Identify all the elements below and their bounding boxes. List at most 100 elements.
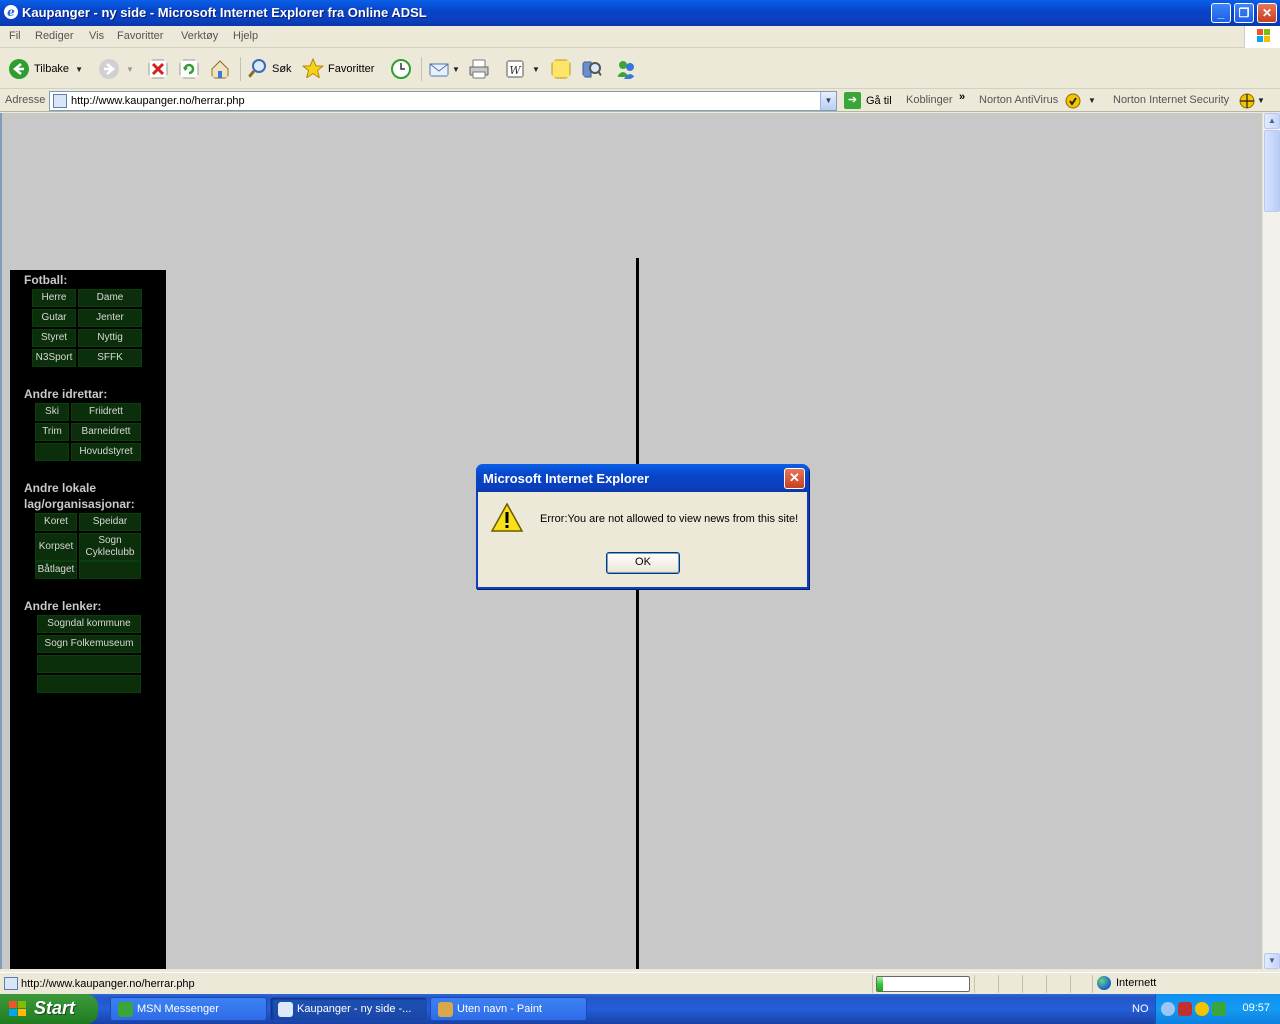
- restore-button[interactable]: ❐: [1234, 3, 1254, 23]
- norton-internet-security[interactable]: Norton Internet Security: [1113, 94, 1229, 106]
- system-tray: 09:57: [1155, 994, 1280, 1024]
- forward-button[interactable]: ▼: [98, 55, 134, 83]
- back-button[interactable]: Tilbake ▼: [8, 55, 83, 83]
- edit-word-button[interactable]: W ▼: [504, 55, 540, 83]
- address-url[interactable]: http://www.kaupanger.no/herrar.php: [71, 95, 245, 107]
- task-msn-messenger[interactable]: MSN Messenger: [110, 997, 267, 1021]
- go-button[interactable]: ➔ Gå til: [844, 92, 892, 109]
- nav-friidrett[interactable]: Friidrett: [71, 403, 141, 421]
- taskbar: Start MSN Messenger Kaupanger - ny side …: [0, 994, 1280, 1024]
- status-text: http://www.kaupanger.no/herrar.php: [21, 978, 195, 990]
- search-button[interactable]: Søk: [246, 55, 292, 83]
- nav-herre[interactable]: Herre: [32, 289, 76, 307]
- language-indicator[interactable]: NO: [1132, 1003, 1149, 1015]
- windows-flag-icon: [9, 1001, 26, 1016]
- edit-dropdown-icon[interactable]: ▼: [532, 65, 540, 74]
- nav-speidar[interactable]: Speidar: [79, 513, 141, 531]
- scroll-up-icon[interactable]: ▲: [1264, 113, 1280, 129]
- note-button[interactable]: [550, 55, 572, 83]
- minimize-button[interactable]: _: [1211, 3, 1231, 23]
- nav-barneidrett[interactable]: Barneidrett: [71, 423, 141, 441]
- toolbar-separator: [240, 57, 241, 81]
- close-window-button[interactable]: ✕: [1257, 3, 1277, 23]
- dialog-close-button[interactable]: ✕: [784, 468, 805, 489]
- nav-nyttig[interactable]: Nyttig: [78, 329, 142, 347]
- nav-sogndal-kommune[interactable]: Sogndal kommune: [37, 615, 141, 633]
- norton-antivirus[interactable]: Norton AntiVirus: [979, 94, 1058, 106]
- mail-dropdown-icon[interactable]: ▼: [452, 65, 460, 74]
- section-heading-fotball: Fotball:: [24, 273, 68, 287]
- scroll-down-icon[interactable]: ▼: [1264, 953, 1280, 969]
- back-dropdown-icon[interactable]: ▼: [75, 65, 83, 74]
- globe-icon: [1097, 976, 1111, 990]
- refresh-button[interactable]: [178, 55, 200, 83]
- nav-trim[interactable]: Trim: [35, 423, 69, 441]
- print-button[interactable]: [468, 55, 490, 83]
- menu-hjelp[interactable]: Hjelp: [233, 30, 258, 42]
- vertical-scrollbar[interactable]: ▲ ▼: [1262, 113, 1280, 969]
- task-internet-explorer[interactable]: Kaupanger - ny side -...: [270, 997, 427, 1021]
- menu-vis[interactable]: Vis: [89, 30, 104, 42]
- favorites-button[interactable]: Favoritter: [302, 55, 374, 83]
- svg-text:W: W: [509, 64, 522, 77]
- nav-korpset[interactable]: Korpset: [35, 533, 77, 561]
- nav-sffk[interactable]: SFFK: [78, 349, 142, 367]
- messenger-button[interactable]: [615, 55, 637, 83]
- security-dropdown-icon[interactable]: ▼: [1257, 96, 1265, 105]
- toolbar-separator: [421, 57, 422, 81]
- status-divider: [1092, 975, 1093, 993]
- tray-messenger-icon[interactable]: [1212, 1002, 1226, 1016]
- menu-fil[interactable]: Fil: [9, 30, 21, 42]
- links-more-icon[interactable]: »: [959, 91, 965, 103]
- nav-jenter[interactable]: Jenter: [78, 309, 142, 327]
- menu-rediger[interactable]: Rediger: [35, 30, 74, 42]
- warning-icon: [490, 502, 524, 532]
- links-toolbar[interactable]: Koblinger: [906, 94, 952, 106]
- page-icon: [53, 94, 67, 108]
- nav-styret[interactable]: Styret: [32, 329, 76, 347]
- stop-button[interactable]: [147, 55, 169, 83]
- home-button[interactable]: [209, 55, 231, 83]
- menu-bar: Fil Rediger Vis Favoritter Verktøy Hjelp: [0, 26, 1280, 48]
- research-button[interactable]: [581, 55, 603, 83]
- forward-arrow-icon: [99, 59, 119, 79]
- scroll-thumb[interactable]: [1264, 130, 1280, 212]
- history-button[interactable]: [390, 55, 412, 83]
- norton-shield-icon[interactable]: [1065, 93, 1081, 109]
- nav-sogn-folkemuseum[interactable]: Sogn Folkemuseum: [37, 635, 141, 653]
- nav-batlaget[interactable]: Båtlaget: [35, 561, 77, 579]
- back-arrow-icon: [9, 59, 29, 79]
- start-button[interactable]: Start: [0, 994, 98, 1024]
- content-divider: [636, 258, 639, 969]
- nav-gutar[interactable]: Gutar: [32, 309, 76, 327]
- address-input[interactable]: http://www.kaupanger.no/herrar.php ▼: [49, 91, 837, 111]
- menu-verktoy[interactable]: Verktøy: [181, 30, 218, 42]
- tray-norton-icon[interactable]: [1195, 1002, 1209, 1016]
- address-label: Adresse: [5, 94, 46, 106]
- nav-dame[interactable]: Dame: [78, 289, 142, 307]
- norton-globe-icon[interactable]: [1239, 93, 1255, 109]
- dialog-title: Microsoft Internet Explorer: [476, 464, 809, 492]
- address-dropdown-icon[interactable]: ▼: [820, 92, 836, 110]
- menu-favoritter[interactable]: Favoritter: [117, 30, 163, 42]
- nav-empty: [79, 561, 141, 579]
- antivirus-dropdown-icon[interactable]: ▼: [1088, 96, 1096, 105]
- tray-network-icon[interactable]: [1178, 1002, 1192, 1016]
- section-heading-lokale-2: lag/organisasjonar:: [24, 497, 135, 511]
- mail-button[interactable]: ▼: [428, 55, 460, 83]
- printer-icon: [469, 59, 489, 79]
- security-zone[interactable]: Internett: [1097, 976, 1156, 990]
- nav-ski[interactable]: Ski: [35, 403, 69, 421]
- status-divider: [1070, 975, 1071, 993]
- task-paint[interactable]: Uten navn - Paint: [430, 997, 587, 1021]
- ok-button[interactable]: OK: [606, 552, 680, 574]
- nav-n3sport[interactable]: N3Sport: [32, 349, 76, 367]
- go-label: Gå til: [866, 94, 892, 107]
- tray-expand-icon[interactable]: [1161, 1002, 1175, 1016]
- nav-koret[interactable]: Koret: [35, 513, 77, 531]
- nav-hovudstyret[interactable]: Hovudstyret: [71, 443, 141, 461]
- nav-sogn-cykleclubb[interactable]: Sogn Cykleclubb: [79, 533, 141, 561]
- task-label: Uten navn - Paint: [457, 1003, 542, 1015]
- loading-progress: [876, 976, 970, 992]
- forward-dropdown-icon[interactable]: ▼: [126, 65, 134, 74]
